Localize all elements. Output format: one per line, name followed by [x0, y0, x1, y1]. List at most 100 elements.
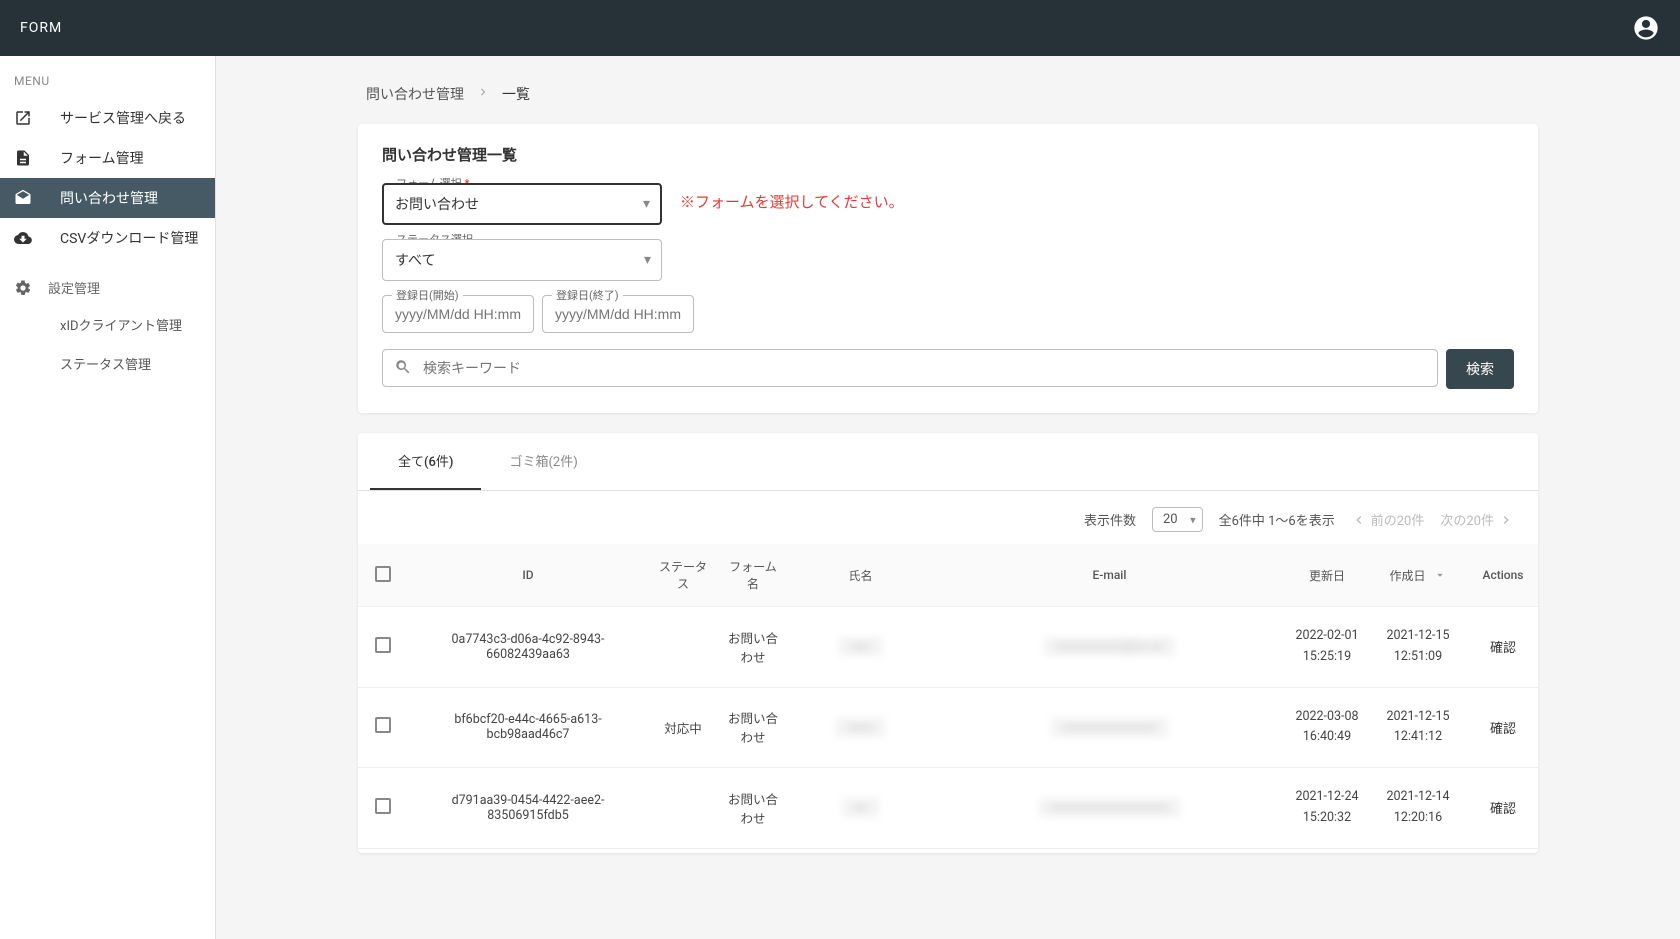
open-external-icon	[14, 109, 32, 127]
cell-email: xxxxxxxxxxxxxxxxxxx	[933, 768, 1286, 849]
row-checkbox[interactable]	[375, 637, 391, 653]
cell-name: xxxx	[788, 687, 933, 768]
chevron-right-icon	[1498, 512, 1514, 528]
status-select-field: ステータス選択 すべて ▾	[382, 239, 662, 281]
date-start-field: 登録日(開始)	[382, 295, 534, 333]
chevron-right-icon	[476, 85, 490, 103]
tab-all[interactable]: 全て(6件)	[370, 433, 481, 490]
caret-down-icon: ▾	[644, 252, 651, 268]
pagination-controls: 表示件数 20 ▾ 全6件中 1〜6を表示 前の20件 次の20件	[358, 491, 1538, 544]
cell-created: 2021-12-1412:20:16	[1368, 768, 1468, 849]
cell-form-name: お問い合わせ	[718, 687, 788, 768]
table-row: d791aa39-0454-4422-aee2-83506915fdb5 お問い合…	[358, 768, 1538, 849]
table-row: 0a7743c3-d06a-4c92-8943-66082439aa63 お問い合…	[358, 607, 1538, 688]
next-page-button[interactable]: 次の20件	[1440, 510, 1514, 529]
cell-id: d791aa39-0454-4422-aee2-83506915fdb5	[408, 768, 648, 849]
sidebar-sub-xid[interactable]: xIDクライアント管理	[0, 305, 215, 344]
page-range-text: 全6件中 1〜6を表示	[1219, 510, 1335, 529]
sidebar-item-inquiry[interactable]: 問い合わせ管理	[0, 178, 215, 218]
cell-form-name: お問い合わせ	[718, 768, 788, 849]
table-row: bf6bcf20-e44c-4665-a613-bcb98aad46c7対応中お…	[358, 687, 1538, 768]
cell-id: 0a7743c3-d06a-4c92-8943-66082439aa63	[408, 607, 648, 688]
form-select[interactable]: お問い合わせ ▾	[382, 183, 662, 225]
row-checkbox[interactable]	[375, 798, 391, 814]
page-size-value: 20	[1163, 512, 1178, 527]
date-end-label: 登録日(終了)	[552, 287, 623, 303]
card-title: 問い合わせ管理一覧	[382, 144, 1514, 165]
chevron-left-icon	[1351, 512, 1367, 528]
document-icon	[14, 149, 32, 167]
cell-form-name: お問い合わせ	[718, 607, 788, 688]
col-updated: 更新日	[1286, 544, 1368, 607]
account-icon[interactable]	[1632, 14, 1660, 42]
caret-down-icon: ▾	[643, 196, 650, 212]
cell-name: xx	[788, 768, 933, 849]
col-name: 氏名	[788, 544, 933, 607]
cell-status	[648, 768, 718, 849]
sidebar-item-label: 問い合わせ管理	[60, 188, 158, 208]
tab-trash[interactable]: ゴミ箱(2件)	[481, 433, 605, 490]
caret-down-icon: ▾	[1190, 513, 1196, 526]
breadcrumb-current: 一覧	[502, 84, 530, 104]
col-status: ステータス	[648, 544, 718, 607]
sidebar-item-back[interactable]: サービス管理へ戻る	[0, 98, 215, 138]
page-size-select[interactable]: 20 ▾	[1152, 507, 1203, 532]
sidebar-item-label: CSVダウンロード管理	[60, 228, 198, 248]
breadcrumb: 問い合わせ管理 一覧	[358, 80, 1538, 124]
breadcrumb-root[interactable]: 問い合わせ管理	[366, 84, 464, 104]
sidebar-sub-status[interactable]: ステータス管理	[0, 344, 215, 383]
date-end-field: 登録日(終了)	[542, 295, 694, 333]
date-start-label: 登録日(開始)	[392, 287, 463, 303]
col-form-name: フォーム名	[718, 544, 788, 607]
gear-icon	[14, 279, 32, 297]
select-all-checkbox[interactable]	[375, 566, 391, 582]
next-page-label: 次の20件	[1440, 510, 1494, 529]
page-size-label: 表示件数	[1084, 510, 1136, 529]
status-select[interactable]: すべて ▾	[382, 239, 662, 281]
main-content: 問い合わせ管理 一覧 問い合わせ管理一覧 フォーム選択 お問い合わせ ▾ ※フォ…	[216, 56, 1680, 939]
sidebar: MENU サービス管理へ戻る フォーム管理 問い合わせ管理 CSVダウンロード管…	[0, 56, 216, 939]
prev-page-button[interactable]: 前の20件	[1351, 510, 1425, 529]
cell-updated: 2021-12-2415:20:32	[1286, 768, 1368, 849]
cell-created: 2021-12-1512:41:12	[1368, 687, 1468, 768]
search-icon	[394, 358, 412, 380]
col-id: ID	[408, 544, 648, 607]
form-select-hint: ※フォームを選択してください。	[680, 183, 904, 212]
form-select-value: お問い合わせ	[395, 197, 479, 213]
app-title: FORM	[20, 20, 62, 36]
confirm-link[interactable]: 確認	[1490, 722, 1516, 737]
col-actions: Actions	[1468, 544, 1538, 607]
confirm-link[interactable]: 確認	[1490, 802, 1516, 817]
prev-page-label: 前の20件	[1371, 510, 1425, 529]
sidebar-item-csv[interactable]: CSVダウンロード管理	[0, 218, 215, 258]
confirm-link[interactable]: 確認	[1490, 641, 1516, 656]
app-header: FORM	[0, 0, 1680, 56]
cell-updated: 2022-02-0115:25:19	[1286, 607, 1368, 688]
sidebar-item-label: フォーム管理	[60, 148, 144, 168]
sidebar-settings-header[interactable]: 設定管理	[0, 258, 215, 305]
cell-status	[648, 607, 718, 688]
search-button[interactable]: 検索	[1446, 349, 1514, 389]
results-panel: 全て(6件) ゴミ箱(2件) 表示件数 20 ▾ 全6件中 1〜6を表示 前の2…	[358, 433, 1538, 853]
cell-status: 対応中	[648, 687, 718, 768]
col-email: E-mail	[933, 544, 1286, 607]
cell-id: bf6bcf20-e44c-4665-a613-bcb98aad46c7	[408, 687, 648, 768]
row-checkbox[interactable]	[375, 717, 391, 733]
cloud-download-icon	[14, 229, 32, 247]
cell-name: xxx	[788, 607, 933, 688]
search-input[interactable]	[382, 349, 1438, 387]
sidebar-item-form[interactable]: フォーム管理	[0, 138, 215, 178]
tabs: 全て(6件) ゴミ箱(2件)	[358, 433, 1538, 491]
status-select-value: すべて	[395, 253, 435, 269]
col-created[interactable]: 作成日	[1368, 544, 1468, 607]
cell-email: xxxxxxxxxxxxxxx	[933, 687, 1286, 768]
mail-open-icon	[14, 189, 32, 207]
cell-email: xxxxxxxxxxx@xx.xx	[933, 607, 1286, 688]
cell-updated: 2022-03-0816:40:49	[1286, 687, 1368, 768]
form-select-field: フォーム選択 お問い合わせ ▾	[382, 183, 662, 225]
sidebar-settings-label: 設定管理	[48, 278, 100, 297]
filter-panel: 問い合わせ管理一覧 フォーム選択 お問い合わせ ▾ ※フォームを選択してください…	[358, 124, 1538, 413]
cell-created: 2021-12-1512:51:09	[1368, 607, 1468, 688]
sort-desc-icon	[1433, 568, 1447, 585]
menu-section-label: MENU	[0, 56, 215, 98]
